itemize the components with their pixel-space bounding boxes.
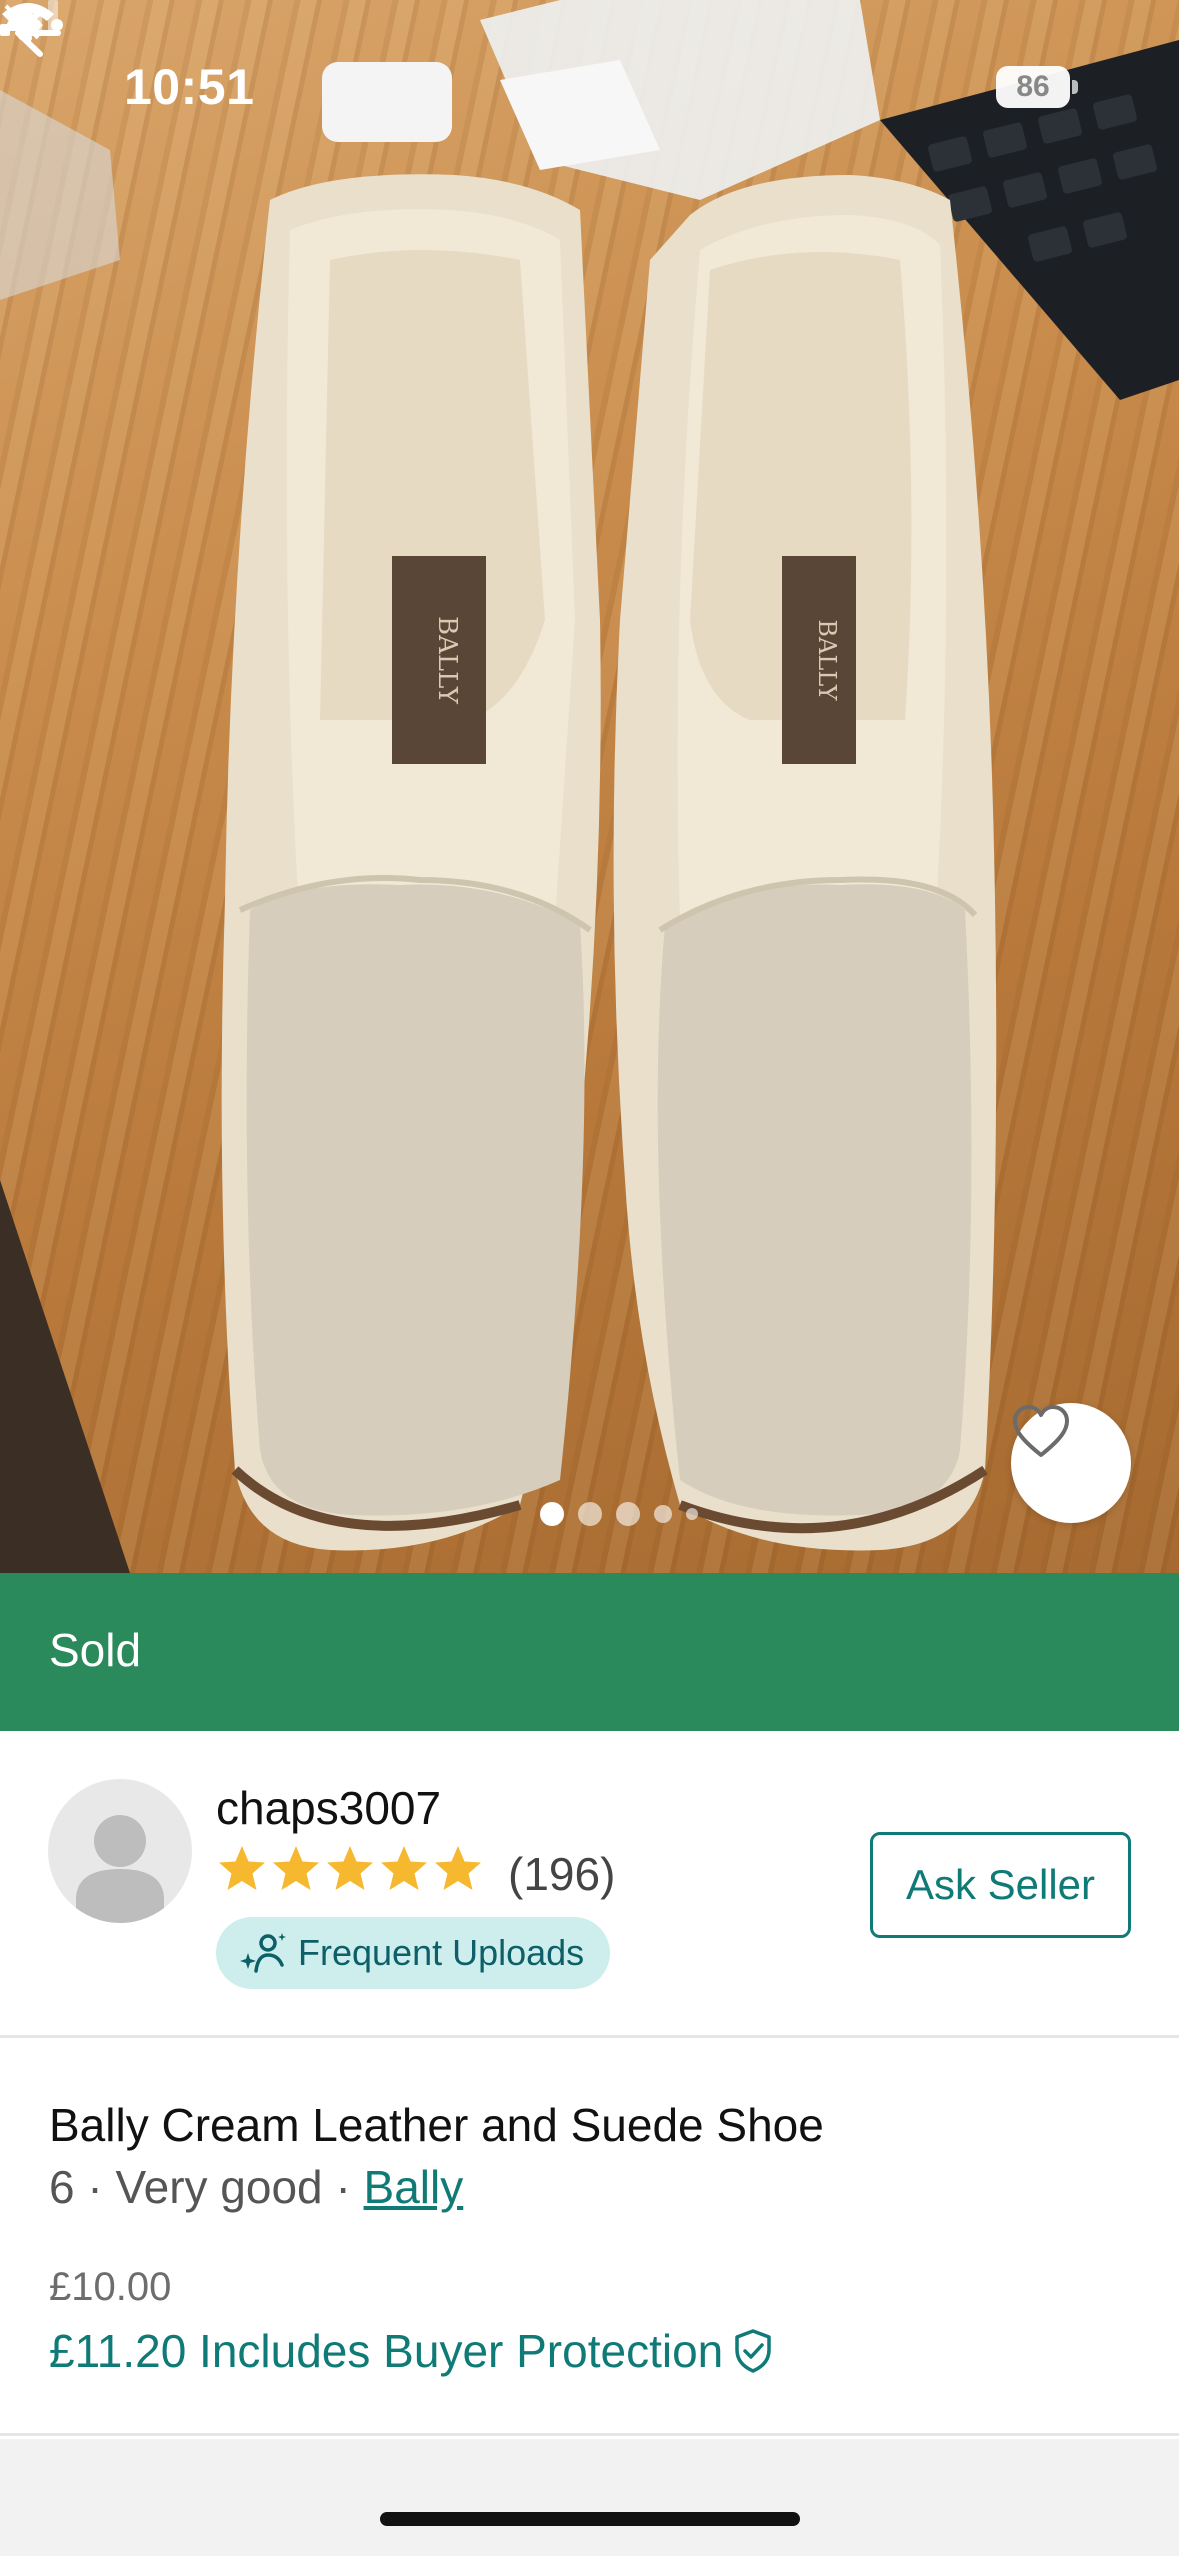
item-detail-screen: BALLY BALLY 10:51 86 Sold chaps3007 (196…	[0, 0, 1179, 2556]
heart-icon	[1013, 1405, 1069, 1457]
battery-indicator: 86	[996, 66, 1078, 108]
buyer-protection-price[interactable]: £11.20 Includes Buyer Protection	[49, 2324, 773, 2378]
more-icon[interactable]	[0, 0, 70, 50]
item-size: 6	[49, 2161, 75, 2213]
sold-banner: Sold	[0, 1573, 1179, 1731]
favorite-button[interactable]	[1011, 1403, 1131, 1523]
pager-dot[interactable]	[686, 1508, 698, 1520]
home-indicator[interactable]	[380, 2512, 800, 2526]
frequent-uploads-badge: Frequent Uploads	[216, 1917, 611, 1989]
image-pager[interactable]	[540, 1500, 698, 1528]
status-time: 10:51	[124, 59, 255, 115]
meta-separator: ·	[87, 2161, 116, 2213]
item-meta: 6 · Very good · Bally	[49, 2160, 463, 2214]
star-icon	[273, 1846, 319, 1890]
svg-text:BALLY: BALLY	[813, 619, 841, 701]
default-avatar-icon	[76, 1815, 164, 1923]
product-photo[interactable]: BALLY BALLY 10:51 86	[0, 0, 1179, 1573]
pager-dot[interactable]	[616, 1502, 640, 1526]
badge-label: Frequent Uploads	[298, 1932, 585, 1973]
star-icon	[219, 1846, 265, 1890]
shield-check-icon[interactable]	[733, 2328, 773, 2374]
item-price: £10.00	[49, 2265, 172, 2309]
total-price-label[interactable]: £11.20 Includes Buyer Protection	[49, 2324, 723, 2378]
brand-link[interactable]: Bally	[364, 2161, 464, 2213]
bottom-area	[0, 2439, 1179, 2556]
pager-dot[interactable]	[654, 1505, 672, 1523]
seller-username[interactable]: chaps3007	[216, 1781, 441, 1835]
battery-level: 86	[996, 66, 1070, 108]
sparkle-user-icon	[240, 1933, 286, 1973]
sold-label: Sold	[49, 1624, 142, 1676]
item-title: Bally Cream Leather and Suede Shoe	[49, 2099, 824, 2151]
ask-seller-button[interactable]: Ask Seller	[870, 1832, 1131, 1938]
meta-separator: ·	[335, 2161, 364, 2213]
star-icon	[327, 1846, 373, 1890]
shoes-illustration: BALLY BALLY	[0, 0, 1179, 1573]
pager-dot[interactable]	[578, 1502, 602, 1526]
status-bar: 10:51 86	[0, 0, 1179, 150]
pager-dot[interactable]	[540, 1502, 564, 1526]
item-condition: Very good	[115, 2161, 323, 2213]
svg-text:BALLY: BALLY	[432, 616, 462, 705]
item-info-section: Bally Cream Leather and Suede Shoe 6 · V…	[0, 2038, 1179, 2436]
avatar[interactable]	[48, 1779, 192, 1923]
star-icon	[381, 1846, 427, 1890]
rating-stars	[216, 1843, 484, 1895]
star-icon	[435, 1846, 481, 1890]
review-count[interactable]: (196)	[508, 1847, 615, 1901]
seller-section[interactable]: chaps3007 (196) Frequent Uploads Ask Sel…	[0, 1731, 1179, 2038]
